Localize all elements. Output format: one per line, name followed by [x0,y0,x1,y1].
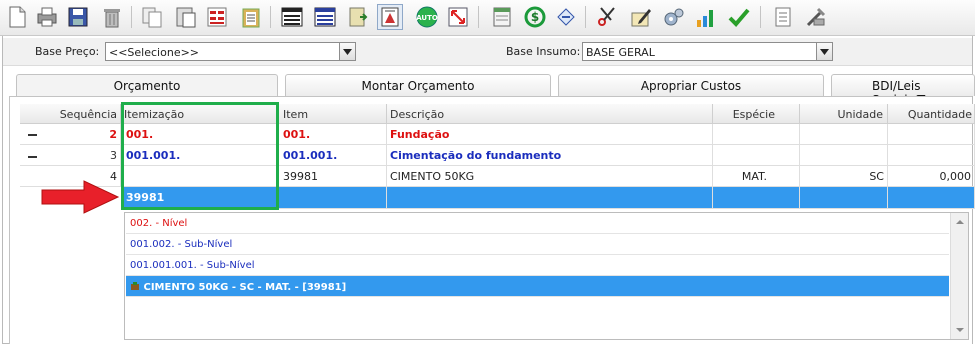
cell-unidade[interactable] [800,145,888,166]
trash-icon[interactable] [99,4,125,30]
calculator-icon[interactable] [204,4,230,30]
notes-icon[interactable] [770,4,796,30]
copy-icon[interactable] [139,4,165,30]
wrench-pen-icon[interactable] [803,4,829,30]
report-icon[interactable] [377,4,403,30]
pen-paper-icon[interactable] [628,4,654,30]
cell-especie[interactable] [713,145,800,166]
cell-quantidade[interactable]: 0,000 [888,166,975,187]
cell-itemizacao[interactable] [121,166,279,187]
cell-itemizacao[interactable]: 001. [121,124,279,145]
base-preco-value: <<Selecione>> [109,46,200,59]
col-header-especie[interactable]: Espécie [713,104,800,124]
list-item-selected[interactable]: CIMENTO 50KG - SC - MAT. - [39981] [126,276,949,297]
base-insumo-label: Base Insumo: [506,45,581,58]
spreadsheet-icon[interactable] [489,4,515,30]
cell-descricao[interactable]: CIMENTO 50KG [387,166,713,187]
col-header-unidade[interactable]: Unidade [800,104,888,124]
tab-montar-orcamento[interactable]: Montar Orçamento [285,74,551,96]
cell-unidade[interactable] [800,124,888,145]
scroll-down-icon[interactable] [951,323,969,337]
col-header-quantidade[interactable]: Quantidade [888,104,975,124]
cell-quantidade[interactable] [888,187,975,209]
cell-sequencia: 2 [20,124,121,145]
red-arrow-icon [41,180,120,214]
chevron-down-icon[interactable] [816,43,832,60]
cell-item[interactable] [279,187,387,209]
col-header-descricao[interactable]: Descrição [387,104,713,124]
table-lines-blue-icon[interactable] [312,4,338,30]
save-disk-icon[interactable] [65,4,91,30]
table-lines-icon[interactable] [279,4,305,30]
svg-text:$: $ [531,10,539,24]
bar-chart-icon[interactable] [693,4,719,30]
list-item-label: CIMENTO 50KG - SC - MAT. - [39981] [143,282,347,293]
money-recycle-icon[interactable]: $ [522,4,548,30]
cell-sequencia: 3 [20,145,121,166]
tab-bdi-leis-sociais[interactable]: BDI/Leis Sociais/T [831,74,975,107]
chevron-down-icon[interactable] [339,43,355,60]
list-item[interactable]: 001.002. - Sub-Nível [126,234,949,255]
list-item[interactable]: 002. - Nível [126,213,949,234]
cell-especie[interactable]: MAT. [713,166,800,187]
auto-icon-text: AUTO [416,14,438,22]
expand-arrows-icon[interactable] [445,4,471,30]
cell-item[interactable]: 39981 [279,166,387,187]
print-icon[interactable] [34,4,60,30]
cell-item[interactable]: 001.001. [279,145,387,166]
tag-arrow-icon[interactable] [553,4,579,30]
cell-quantidade[interactable] [888,124,975,145]
cell-unidade[interactable] [800,187,888,209]
cell-descricao[interactable] [387,187,713,209]
col-header-item[interactable]: Item [279,104,387,124]
base-preco-label: Base Preço: [35,45,100,58]
cell-descricao[interactable]: Fundação [387,124,713,145]
base-preco-select[interactable]: <<Selecione>> [105,42,356,61]
cell-especie[interactable] [713,187,800,209]
cell-item[interactable]: 001. [279,124,387,145]
cell-itemizacao-editing[interactable]: 39981 [121,187,279,209]
tab-apropriar-custos[interactable]: Apropriar Custos [558,74,824,96]
auto-icon[interactable]: AUTO [414,4,440,30]
scroll-up-icon[interactable] [951,215,969,229]
material-icon [131,282,139,290]
cell-unidade[interactable]: SC [800,166,888,187]
clipboard-list-icon[interactable] [238,4,264,30]
cell-descricao[interactable]: Cimentação do fundamento [387,145,713,166]
document-import-icon[interactable] [345,4,371,30]
itemizacao-dropdown-list[interactable]: 002. - Nível 001.002. - Sub-Nível 001.00… [124,212,969,340]
col-header-itemizacao[interactable]: Itemização [121,104,279,124]
scissors-check-icon[interactable] [594,4,620,30]
gears-icon[interactable] [661,4,687,30]
cell-quantidade[interactable] [888,145,975,166]
checkmark-icon[interactable] [726,4,752,30]
dropdown-scrollbar[interactable] [950,213,968,339]
cell-especie[interactable] [713,124,800,145]
new-document-icon[interactable] [4,4,30,30]
list-item[interactable]: 001.001.001. - Sub-Nível [126,255,949,276]
col-header-sequencia[interactable]: Sequência [20,104,121,124]
base-insumo-select[interactable]: BASE GERAL [582,42,833,61]
base-insumo-value: BASE GERAL [586,46,655,59]
paste-icon[interactable] [173,4,199,30]
cell-itemizacao[interactable]: 001.001. [121,145,279,166]
